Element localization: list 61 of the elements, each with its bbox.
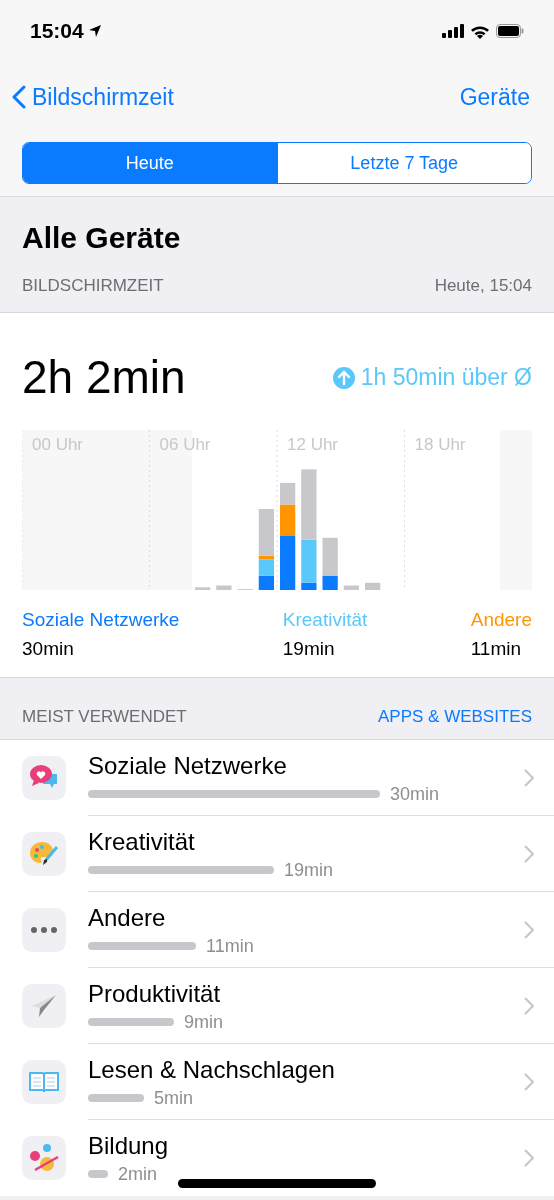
- usage-time: 9min: [184, 1010, 223, 1033]
- battery-icon: [496, 24, 524, 38]
- chevron-right-icon: [524, 996, 534, 1015]
- section-header: BILDSCHIRMZEIT: [22, 275, 164, 298]
- back-button[interactable]: Bildschirmzeit: [12, 79, 174, 115]
- open-book-icon: [29, 1070, 59, 1094]
- date-label: Heute, 15:04: [434, 275, 532, 298]
- section-header: MEIST VERWENDET: [22, 705, 187, 728]
- segment-tab[interactable]: Letzte 7 Tage: [276, 143, 531, 183]
- back-chevron-icon: [12, 85, 26, 109]
- hour-label: 12 Uhr: [287, 435, 339, 454]
- legend-label: Kreativität: [282, 608, 368, 632]
- legend-label: Soziale Netzwerke: [22, 608, 180, 632]
- usage-time: 11min: [206, 934, 254, 957]
- category-name: Soziale Netzwerke: [88, 750, 287, 781]
- category-name: Andere: [88, 902, 166, 933]
- chevron-right-icon: [524, 768, 534, 787]
- category-name: Lesen & Nachschlagen: [88, 1054, 335, 1085]
- chart-bar-segment: [365, 582, 381, 590]
- chevron-right-icon: [524, 920, 534, 939]
- category-row[interactable]: Produktivität 9min: [0, 968, 554, 1044]
- usage-bar: [88, 1093, 144, 1102]
- legend-value: 30min: [22, 636, 74, 661]
- chevron-right-icon: [524, 1149, 534, 1167]
- category-row[interactable]: Kreativität 19min: [0, 816, 554, 892]
- legend-value: 19min: [282, 636, 335, 661]
- category-name: Kreativität: [88, 826, 195, 857]
- chevron-right-icon: [524, 844, 534, 863]
- legend-value: 11min: [470, 636, 522, 661]
- chart-bar-segment: [280, 482, 296, 505]
- category-row[interactable]: Andere 11min: [0, 892, 554, 968]
- chevron-right-icon: [524, 1072, 534, 1091]
- apps-websites-link[interactable]: APPS & WEBSITES: [378, 703, 532, 729]
- category-row[interactable]: Lesen & Nachschlagen 5min: [0, 1044, 554, 1120]
- chart-bar-segment: [195, 587, 211, 590]
- wifi-icon: [470, 23, 490, 39]
- chart-bar-segment: [216, 585, 232, 590]
- category-name: Bildung: [88, 1131, 169, 1161]
- usage-bar: [88, 1170, 108, 1178]
- usage-time: 2min: [118, 1163, 157, 1185]
- planets-icon: [29, 1143, 59, 1173]
- usage-time: 5min: [154, 1086, 193, 1109]
- chart-bar-segment: [343, 585, 359, 590]
- usage-time: 19min: [284, 858, 334, 881]
- more-dots-icon: [31, 927, 57, 933]
- location-arrow-icon: [87, 24, 102, 38]
- hour-label: 18 Uhr: [414, 435, 466, 454]
- devices-button[interactable]: Geräte: [459, 79, 530, 115]
- palette-icon: [29, 840, 59, 868]
- total-time: 2h 2min: [22, 350, 186, 405]
- status-time: 15:04: [30, 18, 84, 45]
- usage-time: 30min: [390, 782, 440, 805]
- legend-label: Andere: [470, 608, 532, 632]
- category-name: Produktivität: [88, 978, 221, 1009]
- signal-icon: [442, 24, 464, 38]
- segment-tab[interactable]: Heute: [23, 143, 277, 183]
- category-row[interactable]: Bildung 2min: [0, 1120, 554, 1196]
- category-row[interactable]: Soziale Netzwerke 30min: [0, 740, 554, 816]
- page-title: Alle Geräte: [22, 220, 182, 256]
- paper-plane-icon: [31, 994, 57, 1018]
- comparison-text: 1h 50min über Ø: [360, 363, 532, 393]
